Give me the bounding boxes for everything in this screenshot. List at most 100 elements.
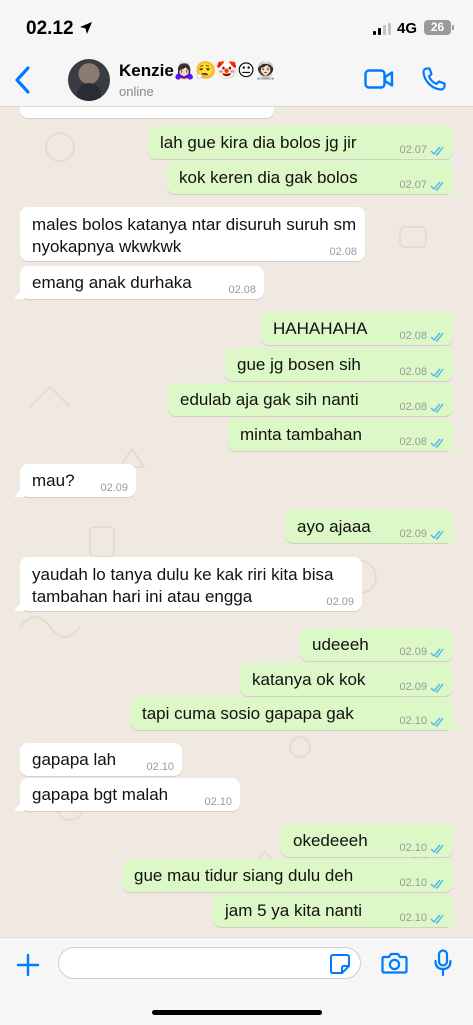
message-meta: 02.10 bbox=[399, 913, 445, 924]
message-time: 02.10 bbox=[399, 912, 427, 924]
double-check-icon bbox=[430, 879, 444, 889]
message-bubble-outgoing[interactable]: katanya ok kok 02.09 bbox=[240, 663, 453, 696]
message-bubble-incoming[interactable]: yaudah lo tanya dulu ke kak riri kita bi… bbox=[20, 557, 362, 611]
message-time: 02.08 bbox=[399, 330, 427, 342]
message-bubble-outgoing[interactable]: minta tambahan 02.08 bbox=[228, 418, 453, 451]
message-text: katanya ok kok bbox=[252, 670, 366, 689]
message-text: gapapa bgt malah bbox=[32, 785, 169, 804]
double-check-icon bbox=[430, 683, 444, 693]
message-text: edulab aja gak sih nanti bbox=[180, 390, 359, 409]
message-time: 02.07 bbox=[399, 144, 427, 156]
message-time: 02.08 bbox=[399, 401, 427, 413]
message-bubble-incoming[interactable]: gapapa lah 02.10 bbox=[20, 743, 182, 776]
message-bubble-incoming[interactable]: emang anak durhaka 02.08 bbox=[20, 266, 264, 299]
camera-icon[interactable] bbox=[381, 951, 408, 975]
message-text: ayo ajaaa bbox=[297, 517, 371, 536]
message-meta: 02.08 bbox=[399, 367, 445, 378]
message-bubble-outgoing[interactable]: lah gue kira dia bolos jg jir 02.07 bbox=[148, 126, 453, 159]
message-bubble-outgoing[interactable]: tapi cuma sosio gapapa gak 02.10 bbox=[130, 697, 453, 730]
message-text: okedeeeh bbox=[293, 831, 368, 850]
message-bubble-outgoing[interactable]: HAHAHAHA 02.08 bbox=[261, 312, 453, 345]
message-bubble-incoming[interactable]: mau? 02.09 bbox=[20, 464, 136, 497]
message-text: lah gue kira dia bolos jg jir bbox=[160, 133, 357, 152]
message-bubble-outgoing[interactable]: ayo ajaaa 02.09 bbox=[285, 510, 453, 543]
message-composer bbox=[0, 937, 473, 1025]
double-check-icon bbox=[430, 914, 444, 924]
message-bubble-outgoing[interactable]: okedeeeh 02.10 bbox=[281, 824, 453, 857]
message-bubble-outgoing[interactable]: jam 5 ya kita nanti 02.10 bbox=[213, 894, 453, 927]
message-time: 02.10 bbox=[399, 715, 427, 727]
microphone-icon[interactable] bbox=[433, 949, 453, 977]
video-call-icon[interactable] bbox=[364, 68, 394, 90]
message-time: 02.09 bbox=[326, 596, 354, 608]
message-bubble-outgoing[interactable]: kok keren dia gak bolos 02.07 bbox=[167, 161, 453, 194]
message-meta: 02.09 bbox=[399, 647, 445, 658]
message-meta: 02.09 bbox=[399, 682, 445, 693]
message-time: 02.08 bbox=[399, 436, 427, 448]
message-time: 02.08 bbox=[399, 366, 427, 378]
message-time: 02.08 bbox=[228, 284, 256, 296]
partial-message-bubble bbox=[20, 107, 274, 118]
avatar[interactable] bbox=[68, 59, 110, 101]
double-check-icon bbox=[430, 181, 444, 191]
message-bubble-incoming[interactable]: gapapa bgt malah 02.10 bbox=[20, 778, 240, 811]
message-meta: 02.09 bbox=[399, 529, 445, 540]
message-text-line: males bolos katanya ntar disuruh suruh s… bbox=[32, 215, 357, 234]
message-text: udeeeh bbox=[312, 635, 369, 654]
message-time: 02.09 bbox=[399, 681, 427, 693]
message-text-line: tambahan hari ini atau engga bbox=[32, 587, 253, 606]
double-check-icon bbox=[430, 368, 444, 378]
message-text: gue jg bosen sih bbox=[237, 355, 361, 374]
message-text: emang anak durhaka bbox=[32, 273, 192, 292]
location-arrow-icon bbox=[80, 22, 92, 34]
back-chevron-icon[interactable] bbox=[10, 64, 38, 96]
double-check-icon bbox=[430, 438, 444, 448]
message-meta: 02.08 bbox=[399, 437, 445, 448]
message-bubble-outgoing[interactable]: udeeeh 02.09 bbox=[300, 628, 453, 661]
message-time: 02.07 bbox=[399, 179, 427, 191]
message-text: tapi cuma sosio gapapa gak bbox=[142, 704, 354, 723]
message-list[interactable]: lah gue kira dia bolos jg jir 02.07 kok … bbox=[0, 107, 473, 937]
message-bubble-outgoing[interactable]: edulab aja gak sih nanti 02.08 bbox=[168, 383, 453, 416]
phone-call-icon[interactable] bbox=[421, 66, 447, 92]
message-bubble-outgoing[interactable]: gue mau tidur siang dulu deh 02.10 bbox=[122, 859, 453, 892]
message-text: gapapa lah bbox=[32, 750, 117, 769]
message-text: mau? bbox=[32, 471, 75, 490]
message-meta: 02.08 bbox=[399, 402, 445, 413]
double-check-icon bbox=[430, 844, 444, 854]
message-text: HAHAHAHA bbox=[273, 319, 368, 338]
message-bubble-incoming[interactable]: males bolos katanya ntar disuruh suruh s… bbox=[20, 207, 365, 261]
message-time: 02.08 bbox=[329, 246, 357, 258]
double-check-icon bbox=[430, 717, 444, 727]
battery-indicator: 26 bbox=[424, 20, 454, 35]
message-text: jam 5 ya kita nanti bbox=[225, 901, 363, 920]
double-check-icon bbox=[430, 146, 444, 156]
status-bar: 02.12 4G 26 bbox=[0, 0, 473, 56]
message-meta: 02.07 bbox=[399, 145, 445, 156]
chat-header: 02.12 4G 26 Kenzie🙇🏻‍♀️😮‍💨🤡😐👩🏻‍🚀 online bbox=[0, 0, 473, 107]
message-input[interactable] bbox=[58, 947, 361, 979]
message-meta: 02.10 bbox=[399, 878, 445, 889]
double-check-icon bbox=[430, 530, 444, 540]
status-time: 02.12 bbox=[26, 18, 74, 39]
message-text: kok keren dia gak bolos bbox=[179, 168, 358, 187]
network-type: 4G bbox=[397, 20, 418, 37]
double-check-icon bbox=[430, 648, 444, 658]
double-check-icon bbox=[430, 403, 444, 413]
message-meta: 02.10 bbox=[399, 843, 445, 854]
message-meta: 02.10 bbox=[399, 716, 445, 727]
double-check-icon bbox=[430, 332, 444, 342]
contact-status: online bbox=[119, 84, 154, 99]
message-time: 02.10 bbox=[146, 761, 174, 773]
message-text: gue mau tidur siang dulu deh bbox=[134, 866, 354, 885]
message-time: 02.09 bbox=[399, 528, 427, 540]
signal-strength-icon bbox=[373, 23, 391, 35]
plus-icon[interactable] bbox=[15, 952, 41, 978]
sticker-icon[interactable] bbox=[329, 953, 351, 975]
message-time: 02.10 bbox=[204, 796, 232, 808]
message-bubble-outgoing[interactable]: gue jg bosen sih 02.08 bbox=[225, 348, 453, 381]
message-meta: 02.08 bbox=[399, 331, 445, 342]
home-indicator bbox=[152, 1010, 322, 1015]
contact-name[interactable]: Kenzie🙇🏻‍♀️😮‍💨🤡😐👩🏻‍🚀 bbox=[119, 61, 276, 81]
message-time: 02.09 bbox=[100, 482, 128, 494]
